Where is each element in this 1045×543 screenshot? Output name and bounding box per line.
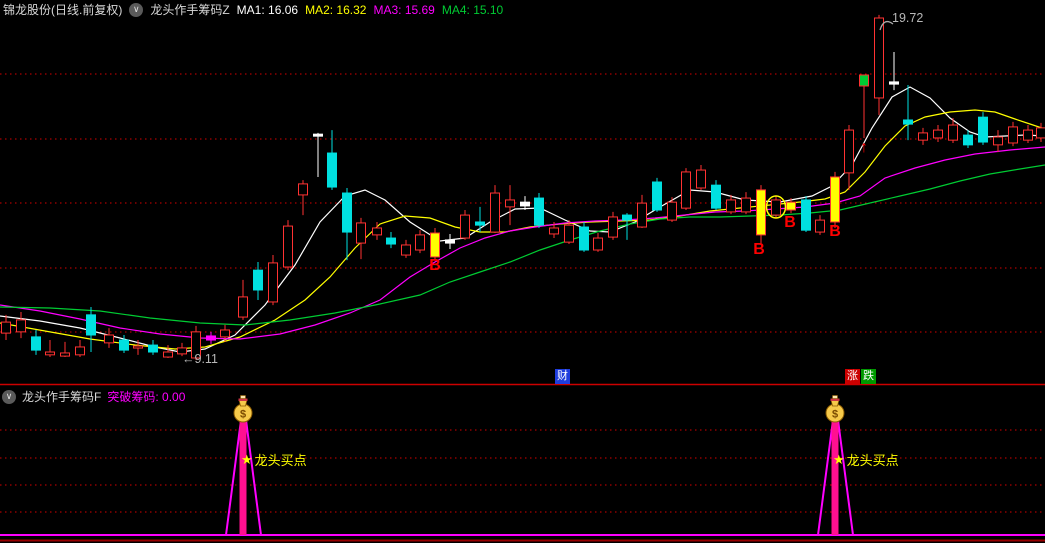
buy-point-text: 龙头买点	[846, 453, 899, 468]
ma3-value: 15.69	[404, 2, 435, 17]
sub-indicator-name: 龙头作手筹码F	[22, 390, 102, 404]
money-bag-icon: $	[233, 395, 253, 423]
star-icon: ★	[241, 451, 253, 467]
sub-signal-label: 突破筹码: 0.00	[107, 388, 185, 405]
buy-point-text: 龙头买点	[254, 453, 307, 468]
chevron-glyph: ∨	[5, 391, 13, 401]
event-flag-finance[interactable]: 财	[555, 369, 570, 384]
ma3-name: MA3:	[373, 2, 402, 17]
low-price-annotation: ←9.11	[182, 352, 218, 366]
svg-text:B: B	[829, 223, 841, 240]
signal-spike-bar	[239, 421, 247, 535]
trading-app-window: B B B B ↑ $ $ 锦龙股份(日线.前复权) ∨ 龙头作手筹码Z MA1: 16.0…	[0, 0, 1045, 543]
ma4-label: MA4: 15.10	[442, 3, 503, 17]
grid-lines	[0, 73, 1045, 513]
candles-layer	[1, 14, 1045, 361]
chevron-down-icon[interactable]: ∨	[129, 2, 144, 17]
high-price-annotation: 19.72	[892, 11, 924, 25]
ma2-name: MA2:	[305, 2, 334, 17]
money-bag-icon: $	[825, 395, 845, 423]
chevron-glyph: ∨	[133, 4, 140, 14]
svg-text:B: B	[753, 241, 765, 258]
ma2-value: 16.32	[336, 2, 367, 17]
buy-point-label-1: ★ 龙头买点	[241, 450, 307, 469]
svg-text:B: B	[784, 214, 796, 231]
sub-signal-value: 0.00	[162, 390, 186, 404]
ma3-label: MA3: 15.69	[373, 3, 434, 17]
main-indicator-name: 龙头作手筹码Z	[150, 3, 230, 17]
ma4-value: 15.10	[473, 2, 504, 17]
ma1-value: 16.06	[268, 2, 299, 17]
sub-signal-name: 突破筹码:	[107, 390, 159, 404]
ma-lines	[0, 86, 1045, 353]
ma4-name: MA4:	[441, 2, 470, 17]
main-chart-title-bar: 锦龙股份(日线.前复权) ∨ 龙头作手筹码Z MA1: 16.06 MA2: 1…	[3, 1, 503, 18]
signal-spike-bar	[831, 421, 839, 535]
buy-point-label-2: ★ 龙头买点	[833, 450, 899, 469]
up-arrow-icon: ↑	[860, 139, 868, 156]
ma1-name: MA1:	[236, 2, 265, 17]
star-icon: ★	[833, 451, 845, 467]
event-flag-limit-down[interactable]: 跌	[861, 369, 876, 384]
chevron-down-icon[interactable]: ∨	[2, 389, 16, 404]
sub-chart-title-bar: ∨ 龙头作手筹码F 突破筹码: 0.00	[2, 388, 185, 405]
stock-title: 锦龙股份(日线.前复权)	[3, 3, 123, 17]
ma1-label: MA1: 16.06	[237, 3, 298, 17]
ma2-label: MA2: 16.32	[305, 3, 366, 17]
svg-text:$: $	[240, 409, 246, 421]
event-flag-limit-up[interactable]: 涨	[845, 369, 860, 384]
svg-text:B: B	[429, 257, 441, 274]
svg-text:$: $	[832, 409, 838, 421]
